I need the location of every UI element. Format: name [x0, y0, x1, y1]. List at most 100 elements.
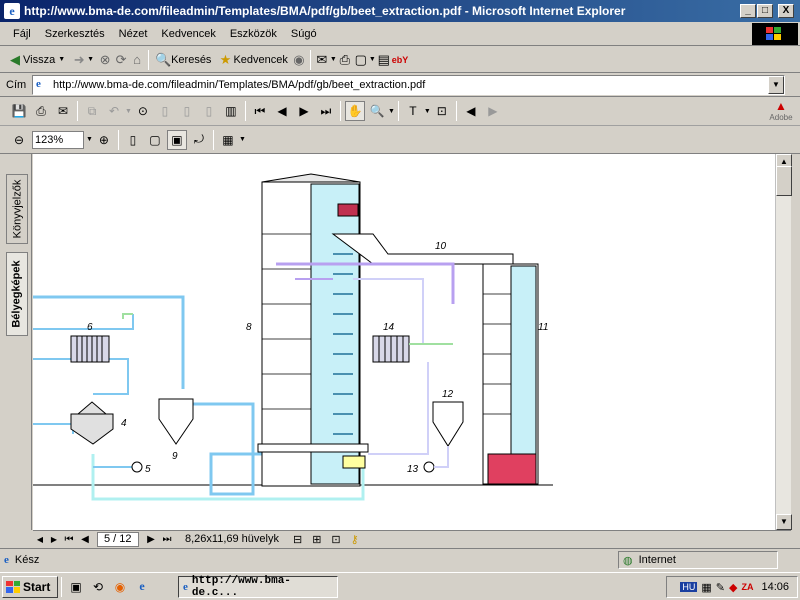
- next-page-nav-icon[interactable]: ▶: [143, 534, 159, 545]
- snapshot-icon[interactable]: ⊡: [432, 101, 452, 121]
- globe-icon: ◍: [623, 554, 633, 567]
- diagram-label-8: 8: [246, 322, 252, 333]
- prev-page-icon[interactable]: ◀: [272, 101, 292, 121]
- menu-favorites[interactable]: Kedvencek: [154, 28, 222, 40]
- zoom-input[interactable]: 123%: [32, 130, 84, 149]
- first-page-nav-icon[interactable]: ⏮: [61, 534, 77, 545]
- refresh-icon[interactable]: ⟳: [113, 52, 129, 68]
- close-button[interactable]: X: [778, 4, 794, 18]
- scroll-right-icon[interactable]: ▶: [47, 535, 61, 544]
- page-number-input[interactable]: 5 / 12: [97, 531, 139, 547]
- single-page-icon[interactable]: ⊟: [293, 533, 302, 546]
- doc-icon-3[interactable]: ▯: [199, 101, 219, 121]
- menu-file[interactable]: Fájl: [6, 28, 38, 40]
- maximize-button[interactable]: □: [757, 4, 773, 18]
- layout-dropdown-icon[interactable]: ▼: [239, 136, 246, 143]
- copy-icon[interactable]: ⧉: [82, 101, 102, 121]
- tray-icon-1[interactable]: ▦: [701, 581, 711, 594]
- actual-size-icon[interactable]: ▯: [123, 130, 143, 150]
- last-page-icon[interactable]: ⏭: [316, 101, 336, 121]
- print-icon[interactable]: ⎙: [337, 52, 353, 68]
- firefox-icon[interactable]: ◉: [111, 578, 129, 596]
- tray-icon-2[interactable]: ✎: [716, 581, 725, 594]
- next-page-icon[interactable]: ▶: [294, 101, 314, 121]
- ie-quicklaunch-icon[interactable]: e: [133, 578, 151, 596]
- forward-dropdown-icon[interactable]: ▼: [87, 56, 94, 63]
- tray-icon-3[interactable]: ◆: [729, 581, 737, 594]
- mail-icon[interactable]: ✉: [314, 52, 330, 68]
- doc-icon-4[interactable]: ▥: [221, 101, 241, 121]
- scroll-down-button[interactable]: ▼: [776, 514, 792, 530]
- doc-icon-1[interactable]: ▯: [155, 101, 175, 121]
- doc-icon-2[interactable]: ▯: [177, 101, 197, 121]
- zoom-tool-icon[interactable]: 🔍: [367, 101, 387, 121]
- stop-icon[interactable]: ⊗: [97, 52, 113, 68]
- address-input[interactable]: e http://www.bma-de.com/fileadmin/Templa…: [32, 75, 785, 95]
- menu-help[interactable]: Súgó: [284, 28, 324, 40]
- text-select-icon[interactable]: T: [403, 101, 423, 121]
- quicklaunch-app-icon[interactable]: ⟲: [89, 578, 107, 596]
- scroll-thumb[interactable]: [776, 166, 792, 196]
- continuous-page-icon[interactable]: ⊞: [312, 533, 321, 546]
- diagram-label-10: 10: [435, 241, 447, 252]
- adobe-logo: ▲ Adobe: [766, 99, 796, 123]
- fit-page-icon[interactable]: ▢: [145, 130, 165, 150]
- go-back-icon[interactable]: ◀: [461, 101, 481, 121]
- language-indicator[interactable]: HU: [680, 582, 698, 592]
- start-button[interactable]: Start: [2, 575, 58, 598]
- back-button[interactable]: ◀ Vissza ▼: [4, 49, 68, 71]
- menu-view[interactable]: Nézet: [112, 28, 155, 40]
- tray-icon-za[interactable]: ZA: [741, 582, 753, 592]
- media-icon[interactable]: ◉: [291, 52, 307, 68]
- hand-tool-icon[interactable]: ✋: [344, 101, 365, 121]
- zoom-in-icon[interactable]: ⊕: [94, 130, 114, 150]
- fit-width-icon[interactable]: ▣: [166, 129, 187, 150]
- search-button[interactable]: 🔍 Keresés: [152, 49, 214, 71]
- first-page-icon[interactable]: ⏮: [250, 101, 270, 121]
- undo-icon[interactable]: ↶: [104, 101, 124, 121]
- mail-dropdown-icon[interactable]: ▼: [330, 56, 337, 63]
- diagram-label-9: 9: [172, 451, 178, 462]
- save-icon[interactable]: 💾: [9, 101, 29, 121]
- home-icon[interactable]: ⌂: [129, 52, 145, 68]
- windows-logo-icon: [752, 23, 798, 45]
- window-title: http://www.bma-de.com/fileadmin/Template…: [24, 4, 626, 18]
- taskbar-item-label: http://www.bma-de.c...: [191, 575, 291, 599]
- vertical-scrollbar[interactable]: ▲ ▼: [775, 154, 792, 530]
- tab-bookmarks[interactable]: Könyvjelzők: [6, 174, 28, 244]
- layout-icon[interactable]: ▦: [218, 130, 238, 150]
- edit-icon[interactable]: ▢: [353, 52, 369, 68]
- back-dropdown-icon[interactable]: ▼: [58, 56, 65, 63]
- find-icon[interactable]: ⊙: [133, 101, 153, 121]
- key-icon[interactable]: ⚷: [351, 533, 359, 546]
- zoom-out-icon[interactable]: ⊖: [9, 130, 29, 150]
- text-select-dropdown-icon[interactable]: ▼: [424, 108, 431, 115]
- email-icon[interactable]: ✉: [53, 101, 73, 121]
- rotate-icon[interactable]: ⤾: [189, 130, 209, 150]
- show-desktop-icon[interactable]: ▣: [67, 578, 85, 596]
- pdf-document-view[interactable]: 4 5 6 8 9 10 11 12 13 14: [33, 154, 775, 530]
- ebay-icon[interactable]: ebY: [392, 52, 409, 68]
- facing-page-icon[interactable]: ⊡: [331, 533, 340, 546]
- undo-dropdown-icon[interactable]: ▼: [125, 108, 132, 115]
- minimize-button[interactable]: _: [740, 4, 756, 18]
- forward-button[interactable]: ➜ ▼: [68, 49, 97, 71]
- menu-edit[interactable]: Szerkesztés: [38, 28, 112, 40]
- favorites-button[interactable]: ★ Kedvencek: [214, 49, 290, 71]
- address-dropdown-button[interactable]: ▼: [768, 76, 784, 94]
- zoom-dropdown-icon[interactable]: ▼: [86, 136, 93, 143]
- discuss-icon[interactable]: ▤: [376, 52, 392, 68]
- last-page-nav-icon[interactable]: ⏭: [159, 534, 175, 545]
- edit-dropdown-icon[interactable]: ▼: [369, 56, 376, 63]
- pdf-page-navigation: ◀ ▶ ⏮ ◀ 5 / 12 ▶ ⏭ 8,26x11,69 hüvelyk ⊟ …: [33, 530, 791, 547]
- zoom-tool-dropdown-icon[interactable]: ▼: [388, 108, 395, 115]
- tab-thumbnails[interactable]: Bélyegképek: [6, 252, 28, 336]
- forward-arrow-icon: ➜: [73, 51, 85, 67]
- adobe-label: Adobe: [769, 113, 793, 122]
- taskbar-item-ie[interactable]: e http://www.bma-de.c...: [178, 575, 338, 599]
- scroll-left-icon[interactable]: ◀: [33, 535, 47, 544]
- menu-tools[interactable]: Eszközök: [223, 28, 284, 40]
- print-pdf-icon[interactable]: ⎙: [31, 101, 51, 121]
- prev-page-nav-icon[interactable]: ◀: [77, 534, 93, 545]
- go-forward-icon[interactable]: ▶: [483, 101, 503, 121]
